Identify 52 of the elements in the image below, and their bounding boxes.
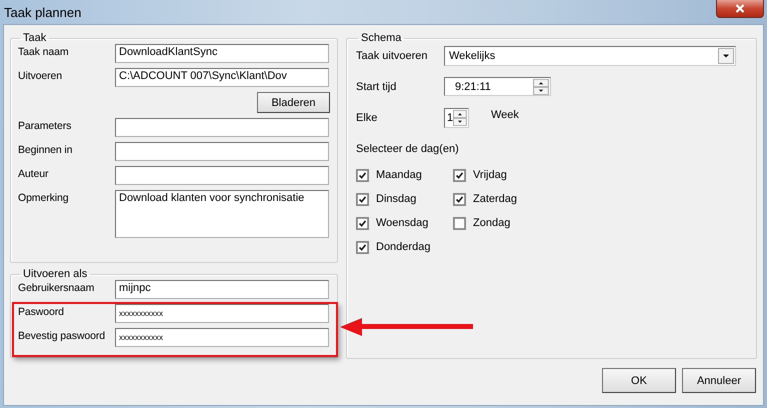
field-label: Start tijd [356, 80, 398, 92]
unit-label: Week [491, 109, 519, 121]
field-label: Gebruikersnaam [18, 281, 96, 294]
spinner-arrows-icon[interactable] [533, 78, 549, 94]
arrow-icon [338, 316, 476, 338]
field-label: Uitvoeren [18, 69, 64, 82]
input-field[interactable]: DownloadKlantSync [115, 44, 329, 63]
field-label: Paswoord [18, 305, 65, 318]
comment-field[interactable]: Download klanten voor synchronisatie [115, 190, 329, 238]
day-label: Vrijdag [473, 169, 507, 181]
cancel-button[interactable]: Annuleer [682, 368, 756, 393]
input-field[interactable]: mijnpc [115, 280, 329, 299]
field-label: Parameters [18, 119, 72, 132]
input-field[interactable] [115, 142, 329, 161]
day-label: Zaterdag [473, 193, 518, 205]
day-label: Maandag [376, 169, 422, 181]
password-field[interactable]: xxxxxxxxxxx [115, 304, 329, 323]
time-field[interactable]: 9:21:11 [444, 77, 551, 96]
field-label: Auteur [18, 167, 50, 180]
checked-checkbox[interactable] [356, 216, 369, 230]
day-label: Dinsdag [376, 193, 416, 205]
ok-button[interactable]: OK [602, 368, 676, 393]
checked-checkbox[interactable] [453, 192, 466, 206]
day-label: Donderdag [376, 241, 430, 253]
spinner-arrows-icon[interactable] [453, 110, 467, 126]
checked-checkbox[interactable] [356, 240, 369, 254]
schedule-dropdown[interactable]: Wekelijks [444, 46, 736, 66]
group-title: Taak [22, 32, 48, 44]
field-label: Taak uitvoeren [356, 50, 429, 62]
input-field[interactable] [115, 166, 329, 185]
close-icon [735, 4, 745, 13]
field-label: Opmerking [18, 191, 70, 204]
checkbox[interactable] [453, 216, 466, 230]
field-label: Beginnen in [18, 143, 74, 156]
day-label: Woensdag [376, 217, 428, 229]
group-title: Uitvoeren als [22, 268, 88, 280]
input-field[interactable] [115, 118, 329, 137]
window-title: Taak plannen [3, 4, 82, 20]
checked-checkbox[interactable] [356, 192, 369, 206]
field-label: Bevestig paswoord [18, 329, 106, 342]
input-field[interactable]: C:\ADCOUNT 007\Sync\Klant\Dov [115, 68, 329, 87]
browse-button[interactable]: Bladeren [257, 92, 330, 113]
field-label: Elke [356, 112, 378, 124]
field-label: Taak naam [18, 45, 70, 58]
days-label: Selecteer de dag(en) [356, 143, 460, 155]
number-field[interactable]: 1 [444, 108, 469, 128]
group-title: Schema [360, 32, 402, 44]
checked-checkbox[interactable] [453, 168, 466, 182]
day-label: Zondag [473, 217, 510, 229]
checked-checkbox[interactable] [356, 168, 369, 182]
close-button[interactable] [716, 0, 764, 18]
password-field[interactable]: xxxxxxxxxxx [115, 328, 329, 347]
